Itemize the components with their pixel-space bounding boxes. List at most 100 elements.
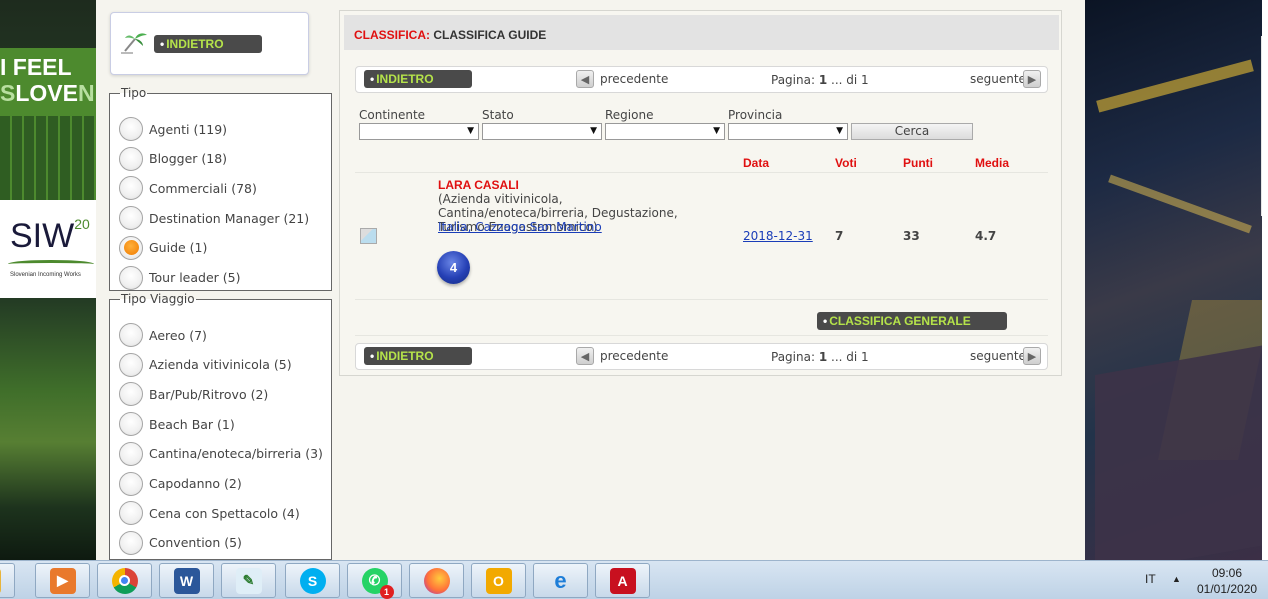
tipo_viaggio-option-label: Cantina/enoteca/birreria (3)	[149, 446, 323, 462]
clock-date[interactable]: 01/01/2020	[1197, 582, 1257, 596]
input-language[interactable]: IT	[1145, 572, 1156, 586]
continente-select[interactable]	[359, 123, 479, 140]
radio-button[interactable]	[119, 117, 143, 141]
stato-select[interactable]	[482, 123, 602, 140]
provincia-select[interactable]	[728, 123, 848, 140]
next-link-bottom[interactable]: seguente	[970, 349, 1026, 363]
feather-icon: ✎	[235, 567, 262, 594]
banner-line2: SLOVENI	[0, 80, 96, 106]
tipo_viaggio-option[interactable]: Beach Bar (1)	[119, 411, 235, 437]
guide-location-link[interactable]: Italia, Cazzago San Martino	[438, 220, 602, 234]
taskbar-firefox[interactable]	[409, 563, 464, 598]
row-voti: 7	[835, 229, 844, 243]
prev-link-bottom[interactable]: precedente	[600, 349, 668, 363]
radio-button[interactable]	[119, 501, 143, 526]
back-card: INDIETRO	[110, 12, 309, 75]
tipo-option[interactable]: Agenti (119)	[119, 116, 227, 142]
next-arrow-icon[interactable]: ▶	[1023, 347, 1041, 365]
tipo-viaggio-filter: Tipo Viaggio Aereo (7) Azienda vitivinico…	[109, 292, 332, 560]
background-left: I FEEL SLOVENI SIW20 Slovenian Incoming …	[0, 0, 96, 560]
pagination-top: INDIETRO ◀ precedente Pagina: 1 ... di 1…	[355, 66, 1048, 93]
tipo-option[interactable]: Blogger (18)	[119, 146, 227, 172]
taskbar-skype[interactable]: S	[285, 563, 340, 598]
taskbar-outlook[interactable]: O	[471, 563, 526, 598]
banner-line1: I FEEL	[0, 54, 72, 80]
tipo_viaggio-option[interactable]: Aereo (7)	[119, 322, 207, 348]
row-date[interactable]: 2018-12-31	[743, 229, 813, 243]
radio-button[interactable]	[119, 265, 143, 290]
tipo-option[interactable]: Commerciali (78)	[119, 175, 257, 201]
tipo_viaggio-option-label: Cena con Spettacolo (4)	[149, 505, 300, 521]
tipo_viaggio-option-label: Convention (5)	[149, 535, 242, 551]
tray-chevron-icon[interactable]: ▲	[1172, 574, 1181, 584]
tipo-option[interactable]: Tour leader (5)	[119, 265, 240, 291]
firefox-icon	[423, 567, 450, 594]
radio-button[interactable]	[119, 235, 143, 260]
radio-button[interactable]	[119, 352, 143, 377]
tipo-option[interactable]: Guide (1)	[119, 235, 207, 261]
page-title: CLASSIFICA: CLASSIFICA GUIDE	[344, 15, 1059, 50]
prev-arrow-icon[interactable]: ◀	[576, 347, 594, 365]
radio-button[interactable]	[119, 530, 143, 555]
i-feel-slovenia-banner: I FEEL SLOVENI	[0, 48, 96, 200]
whatsapp-badge: 1	[379, 584, 394, 599]
windows-taskbar: ▶ W ✎ S ✆ 1 O e A IT ▲ 09:06 01/01/2020	[0, 560, 1268, 599]
tipo-option-label: Destination Manager (21)	[149, 210, 310, 226]
next-arrow-icon[interactable]: ▶	[1023, 70, 1041, 88]
file-explorer-icon	[0, 567, 1, 594]
tipo-option-label: Guide (1)	[149, 240, 208, 256]
radio-button[interactable]	[119, 323, 143, 347]
outlook-icon: O	[485, 567, 512, 594]
prev-link[interactable]: precedente	[600, 72, 668, 86]
tipo_viaggio-option[interactable]: Bar/Pub/Ritrovo (2)	[119, 381, 268, 407]
back-button-sidebar[interactable]: INDIETRO	[154, 35, 262, 53]
tipo_viaggio-option[interactable]: Convention (5)	[119, 530, 242, 556]
search-button[interactable]: Cerca	[851, 123, 973, 140]
tipo_viaggio-option[interactable]: Capodanno (2)	[119, 471, 242, 497]
back-button-bottom[interactable]: INDIETRO	[364, 347, 472, 365]
tipo-option-label: Blogger (18)	[149, 151, 228, 167]
prev-arrow-icon[interactable]: ◀	[576, 70, 594, 88]
radio-button[interactable]	[119, 382, 143, 407]
media-player-icon: ▶	[49, 567, 76, 594]
col-data: Data	[743, 156, 770, 170]
taskbar-acrobat[interactable]: A	[595, 563, 650, 598]
radio-button[interactable]	[119, 176, 143, 201]
banner-photos	[0, 116, 96, 200]
tipo-option-label: Agenti (119)	[149, 121, 228, 137]
regione-label: Regione	[605, 108, 654, 122]
taskbar-whatsapp[interactable]: ✆ 1	[347, 563, 402, 599]
radio-button[interactable]	[119, 412, 143, 437]
tipo_viaggio-option-label: Aereo (7)	[149, 327, 207, 343]
regione-select[interactable]	[605, 123, 725, 140]
taskbar-file-explorer[interactable]	[0, 563, 15, 598]
radio-button[interactable]	[119, 471, 143, 496]
radio-button[interactable]	[119, 146, 143, 171]
clock-time[interactable]: 09:06	[1212, 566, 1242, 580]
col-voti: Voti	[835, 156, 857, 170]
stato-label: Stato	[482, 108, 514, 122]
profile-image	[360, 228, 377, 244]
skype-icon: S	[299, 567, 326, 594]
back-button[interactable]: INDIETRO	[364, 70, 472, 88]
tipo_viaggio-option[interactable]: Cena con Spettacolo (4)	[119, 500, 300, 526]
tipo_viaggio-option-label: Capodanno (2)	[149, 476, 242, 491]
pagination-bottom: INDIETRO ◀ precedente Pagina: 1 ... di 1…	[355, 343, 1048, 370]
rank-badge: 4	[437, 251, 470, 284]
taskbar-chrome[interactable]	[97, 563, 152, 598]
tipo_viaggio-option[interactable]: Azienda vitivinicola (5)	[119, 352, 292, 378]
next-link[interactable]: seguente	[970, 72, 1026, 86]
taskbar-feather-app[interactable]: ✎	[221, 563, 276, 598]
row-punti: 33	[903, 229, 920, 243]
guide-name[interactable]: LARA CASALI	[438, 178, 519, 192]
radio-button[interactable]	[119, 441, 143, 466]
taskbar-media-player[interactable]: ▶	[35, 563, 90, 598]
tipo-option[interactable]: Destination Manager (21)	[119, 205, 309, 231]
col-punti: Punti	[903, 156, 933, 170]
general-ranking-button[interactable]: CLASSIFICA GENERALE	[817, 312, 1007, 330]
taskbar-word[interactable]: W	[159, 563, 214, 598]
radio-button[interactable]	[119, 206, 143, 231]
taskbar-internet-explorer[interactable]: e	[533, 563, 588, 598]
tipo_viaggio-option[interactable]: Cantina/enoteca/birreria (3)	[119, 441, 323, 467]
tipo-legend: Tipo	[121, 86, 147, 100]
